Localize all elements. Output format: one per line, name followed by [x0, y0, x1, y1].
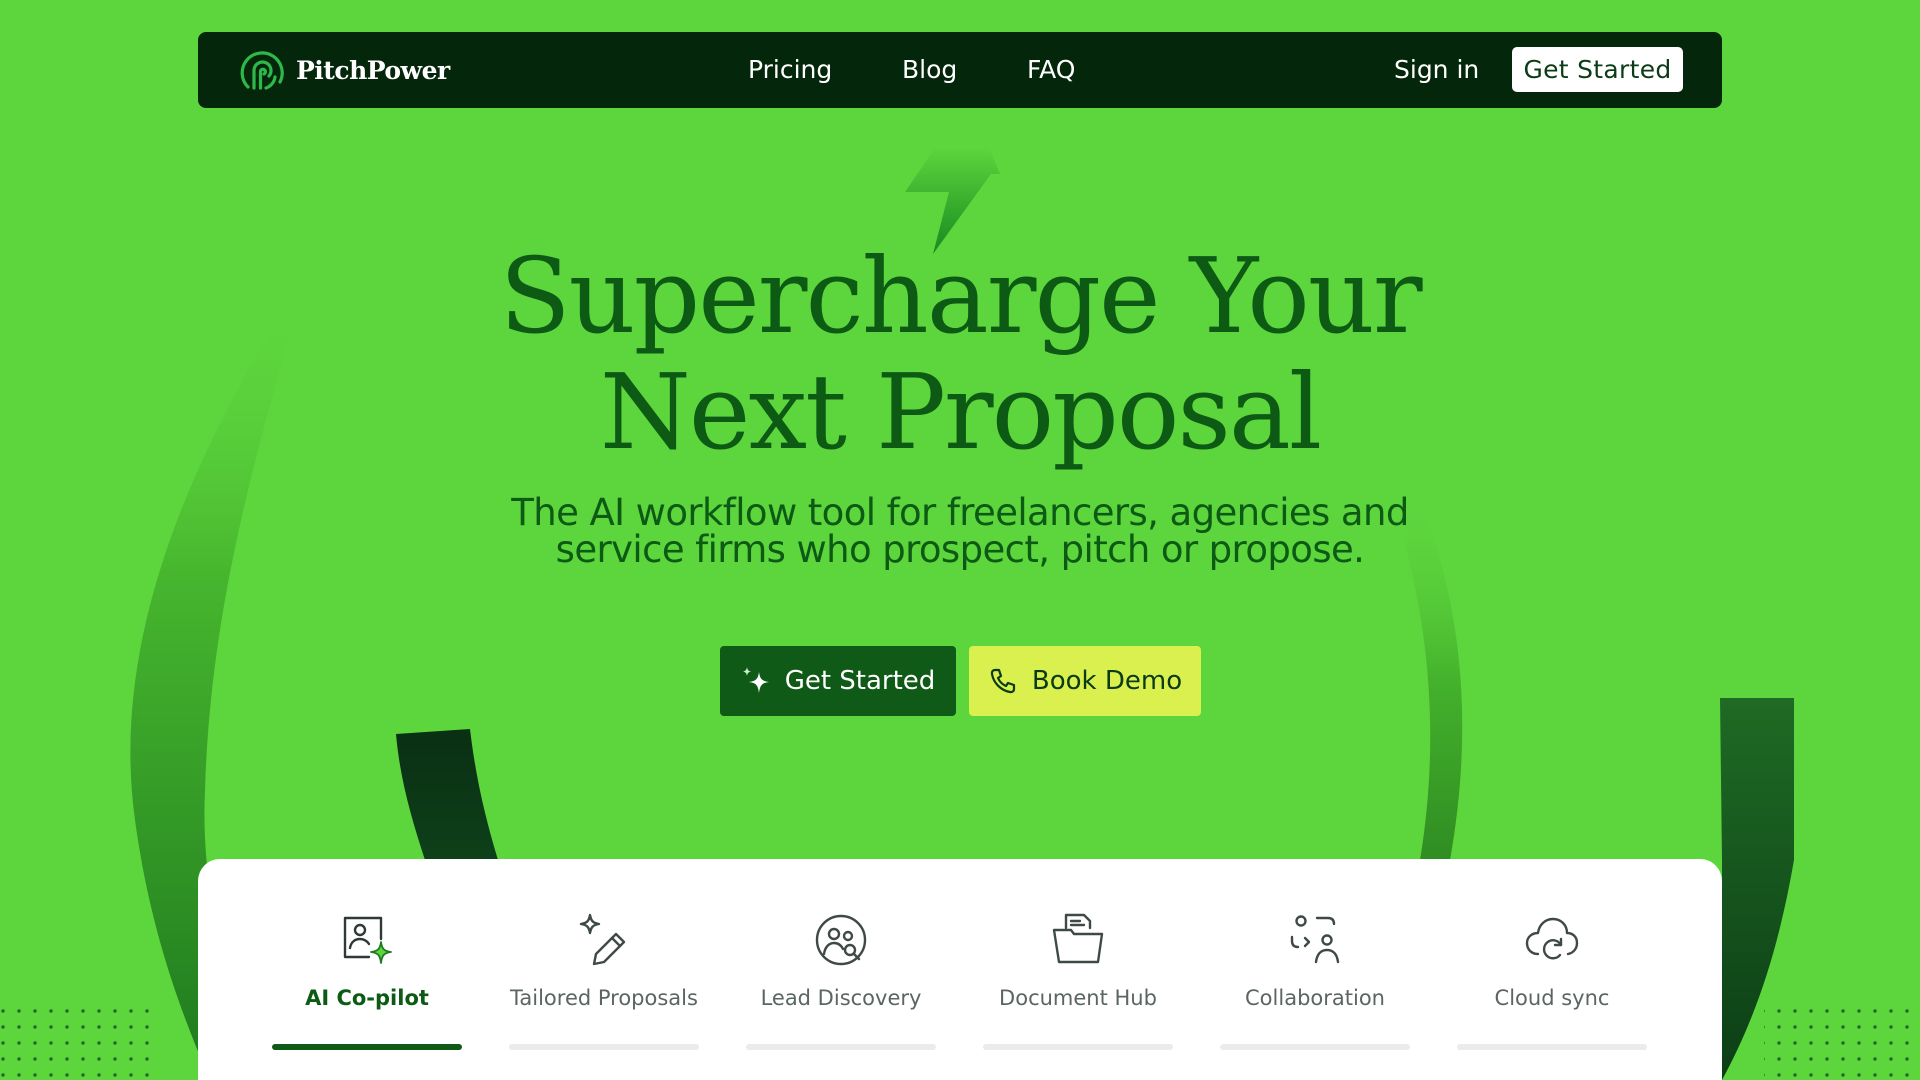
sign-in-link[interactable]: Sign in — [1394, 32, 1479, 108]
ai-profile-sparkle-icon — [339, 912, 395, 968]
tab-indicator — [509, 1044, 699, 1050]
nav-links: Pricing Blog FAQ Sign in — [198, 32, 1722, 108]
tab-ai-co-pilot[interactable]: AI Co-pilot — [272, 859, 462, 1080]
get-started-button[interactable]: Get Started — [720, 646, 956, 716]
hero-title: Supercharge Your Next Proposal — [360, 238, 1560, 470]
tab-document-hub[interactable]: Document Hub — [983, 859, 1173, 1080]
tab-label: AI Co-pilot — [305, 986, 429, 1010]
tab-indicator — [983, 1044, 1173, 1050]
tab-label: Document Hub — [999, 986, 1157, 1010]
nav-link-faq[interactable]: FAQ — [1027, 32, 1075, 108]
user-search-icon — [813, 912, 869, 968]
tab-indicator — [746, 1044, 936, 1050]
top-navbar: PitchPower Pricing Blog FAQ Sign in Get … — [198, 32, 1722, 108]
book-demo-button[interactable]: Book Demo — [969, 646, 1201, 716]
pencil-sparkle-icon — [576, 912, 632, 968]
tab-label: Tailored Proposals — [510, 986, 698, 1010]
folder-document-icon — [1050, 912, 1106, 968]
tab-cloud-sync[interactable]: Cloud sync — [1457, 859, 1647, 1080]
tab-tailored-proposals[interactable]: Tailored Proposals — [509, 859, 699, 1080]
tab-indicator — [1457, 1044, 1647, 1050]
nav-link-pricing[interactable]: Pricing — [748, 32, 832, 108]
sparkle-icon — [741, 666, 771, 696]
tab-indicator — [272, 1044, 462, 1050]
cloud-sync-icon — [1524, 912, 1580, 968]
tab-collaboration[interactable]: Collaboration — [1220, 859, 1410, 1080]
phone-icon — [988, 666, 1018, 696]
features-card: AI Co-pilot Tailored Proposals Lead Disc… — [198, 859, 1722, 1080]
tab-label: Lead Discovery — [760, 986, 922, 1010]
nav-link-blog[interactable]: Blog — [902, 32, 957, 108]
tab-label: Cloud sync — [1494, 986, 1610, 1010]
hero-subtitle: The AI workflow tool for freelancers, ag… — [440, 494, 1480, 568]
book-demo-button-label: Book Demo — [1031, 666, 1183, 696]
hero-subtitle-line-2: service firms who prospect, pitch or pro… — [555, 528, 1365, 571]
get-started-button-label: Get Started — [784, 666, 936, 696]
people-icon — [1287, 912, 1343, 968]
tab-lead-discovery[interactable]: Lead Discovery — [746, 859, 936, 1080]
hero-title-line-1: Supercharge Your — [499, 235, 1422, 357]
nav-get-started-button[interactable]: Get Started — [1512, 47, 1683, 92]
hero-title-line-2: Next Proposal — [599, 351, 1322, 473]
tab-label: Collaboration — [1245, 986, 1385, 1010]
tab-indicator — [1220, 1044, 1410, 1050]
